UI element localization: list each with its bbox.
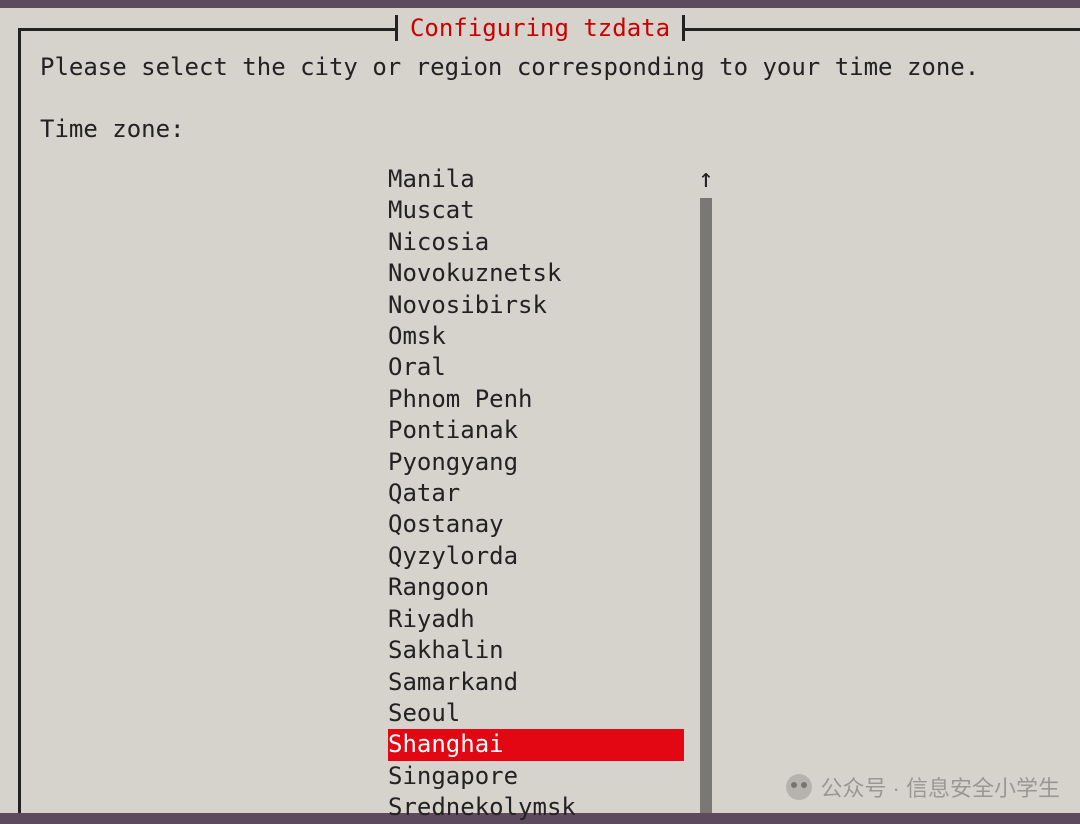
wechat-icon: [786, 774, 812, 800]
list-item[interactable]: Muscat: [388, 195, 684, 226]
list-item[interactable]: Samarkand: [388, 667, 684, 698]
list-item[interactable]: Oral: [388, 352, 684, 383]
scroll-up-arrow[interactable]: ↑: [698, 164, 714, 195]
list-item[interactable]: Riyadh: [388, 604, 684, 635]
tui-dialog: Configuring tzdata Please select the cit…: [0, 8, 1080, 813]
list-item[interactable]: Singapore: [388, 761, 684, 792]
list-item[interactable]: Omsk: [388, 321, 684, 352]
list-item[interactable]: Manila: [388, 164, 684, 195]
list-item[interactable]: Novokuznetsk: [388, 258, 684, 289]
list-item[interactable]: Phnom Penh: [388, 384, 684, 415]
list-item[interactable]: Novosibirsk: [388, 290, 684, 321]
list-item[interactable]: Qatar: [388, 478, 684, 509]
list-item[interactable]: Seoul: [388, 698, 684, 729]
list-item[interactable]: Qyzylorda: [388, 541, 684, 572]
dialog-content: Please select the city or region corresp…: [40, 52, 1060, 145]
list-item[interactable]: Pontianak: [388, 415, 684, 446]
list-item[interactable]: Pyongyang: [388, 447, 684, 478]
list-item[interactable]: Nicosia: [388, 227, 684, 258]
list-item[interactable]: Sakhalin: [388, 635, 684, 666]
list-item[interactable]: Qostanay: [388, 509, 684, 540]
list-item[interactable]: Srednekolymsk: [388, 792, 684, 823]
watermark: 公众号 · 信息安全小学生: [786, 771, 1060, 803]
scroll-track[interactable]: [700, 198, 712, 813]
time-zone-label: Time zone:: [40, 114, 1060, 145]
dialog-prompt: Please select the city or region corresp…: [40, 52, 1060, 83]
list-item[interactable]: Shanghai: [388, 729, 684, 760]
list-item[interactable]: Rangoon: [388, 572, 684, 603]
watermark-text: 公众号 · 信息安全小学生: [820, 771, 1060, 803]
time-zone-list[interactable]: ManilaMuscatNicosiaNovokuznetskNovosibir…: [388, 164, 684, 824]
